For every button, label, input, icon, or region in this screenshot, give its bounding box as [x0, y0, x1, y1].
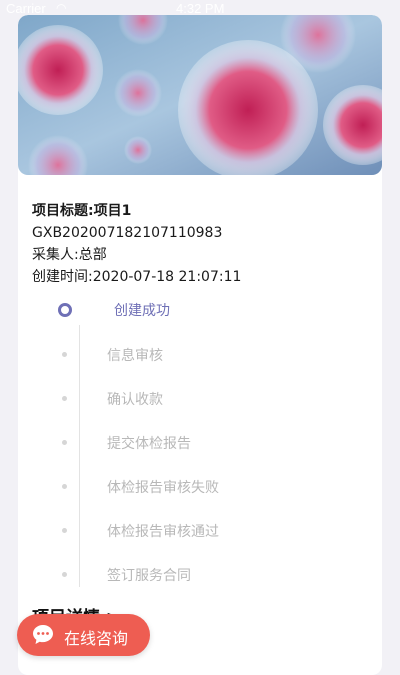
step-dot-icon: [62, 528, 67, 533]
step-created: 创建成功: [58, 299, 338, 321]
chat-bubble-icon: [33, 625, 53, 644]
wifi-icon: ◠: [56, 1, 67, 15]
status-time: 4:32 PM: [176, 1, 225, 16]
online-consult-label: 在线咨询: [64, 629, 129, 648]
project-title: 项目标题:项目1: [32, 203, 132, 219]
step-dot-icon: [62, 484, 67, 489]
step-label: 提交体检报告: [107, 436, 191, 452]
step-label: 信息审核: [107, 348, 163, 364]
project-code: GXB202007182107110983: [32, 225, 223, 241]
step-confirm-payment: 确认收款: [58, 387, 338, 409]
step-label: 体检报告审核通过: [107, 524, 219, 540]
project-collector: 采集人:总部: [32, 247, 107, 263]
step-sign-contract: 签订服务合同: [58, 563, 338, 585]
project-created-time: 创建时间:2020-07-18 21:07:11: [32, 269, 242, 285]
step-dot-icon: [62, 572, 67, 577]
online-consult-button[interactable]: 在线咨询: [17, 614, 150, 656]
step-label: 签订服务合同: [107, 568, 191, 584]
hero-image: [18, 15, 382, 175]
step-active-dot-icon: [58, 303, 72, 317]
step-report-rejected: 体检报告审核失败: [58, 475, 338, 497]
step-label: 确认收款: [107, 392, 163, 408]
status-bar: Carrier ◠ 4:32 PM: [0, 0, 400, 18]
step-dot-icon: [62, 396, 67, 401]
step-submit-report: 提交体检报告: [58, 431, 338, 453]
carrier-label: Carrier: [6, 1, 46, 16]
step-info-review: 信息审核: [58, 343, 338, 365]
step-dot-icon: [62, 440, 67, 445]
step-label: 创建成功: [114, 303, 170, 319]
step-label: 体检报告审核失败: [107, 480, 219, 496]
project-info: 项目标题:项目1 GXB202007182107110983 采集人:总部 创建…: [32, 200, 241, 288]
step-dot-icon: [62, 352, 67, 357]
step-report-approved: 体检报告审核通过: [58, 519, 338, 541]
